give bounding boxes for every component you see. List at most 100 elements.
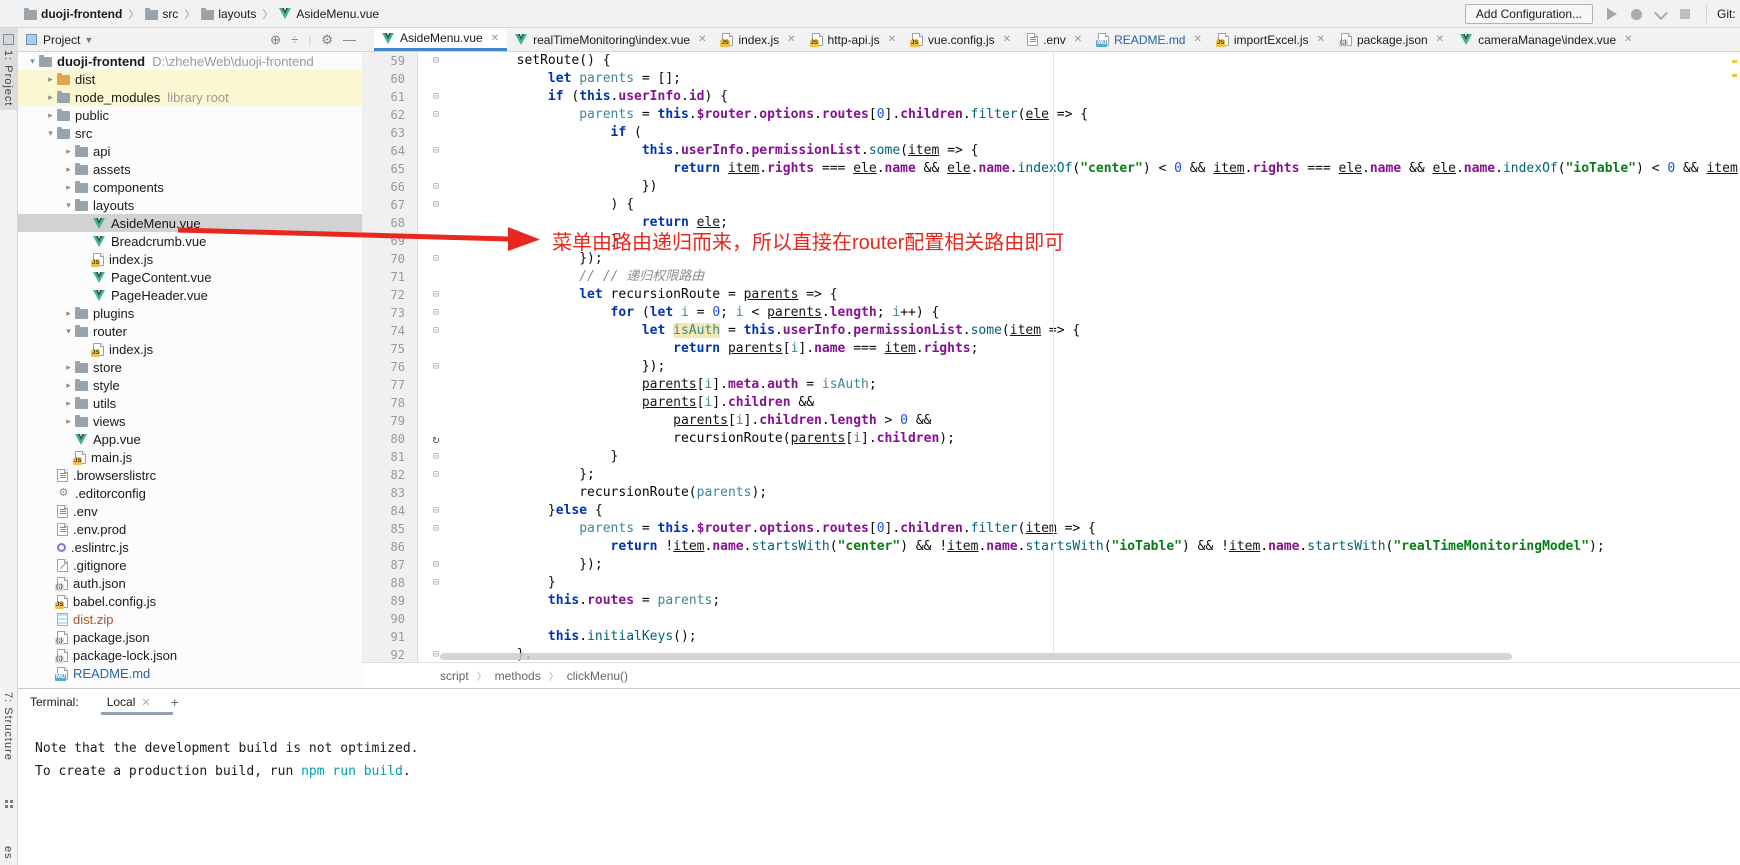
tree-item[interactable]: package.json [18, 628, 362, 646]
code-line[interactable]: 84⊟ }else { [362, 502, 1740, 520]
tree-item[interactable]: ▸node_moduleslibrary root [18, 88, 362, 106]
horizontal-scrollbar[interactable] [440, 653, 1512, 660]
git-menu[interactable]: Git: [1706, 5, 1740, 23]
tool-window-icon[interactable] [3, 34, 14, 45]
breadcrumb-item[interactable]: layouts [201, 7, 256, 21]
tree-expand-chevron-icon[interactable]: ▸ [62, 416, 75, 427]
tree-item[interactable]: ▸api [18, 142, 362, 160]
tree-expand-chevron-icon[interactable]: ▸ [44, 110, 57, 121]
fold-marker-icon[interactable]: ⊟ [418, 286, 454, 304]
fold-marker-icon[interactable]: ⊟ [418, 448, 454, 466]
stop-icon[interactable] [1680, 9, 1690, 19]
tree-item[interactable]: AsideMenu.vue [18, 214, 362, 232]
tool-button-project[interactable]: 1: Project [2, 50, 14, 106]
tree-collapse-chevron-icon[interactable]: ▾ [44, 128, 57, 139]
tree-item[interactable]: ▸style [18, 376, 362, 394]
close-icon[interactable]: ✕ [888, 34, 896, 45]
editor-tab[interactable]: cameraManage\index.vue✕ [1452, 28, 1640, 51]
code-line[interactable]: 88⊟ } [362, 574, 1740, 592]
fold-marker-icon[interactable]: ⊟ [418, 520, 454, 538]
code-line[interactable]: 70⊟ }); [362, 250, 1740, 268]
code-lines[interactable]: 59⊟ setRoute() {60 let parents = [];61⊟ … [362, 52, 1740, 662]
editor-tab[interactable]: index.js✕ [714, 28, 803, 51]
code-line[interactable]: 78 parents[i].children && [362, 394, 1740, 412]
tree-expand-chevron-icon[interactable]: ▸ [62, 182, 75, 193]
tree-item[interactable]: auth.json [18, 574, 362, 592]
code-line[interactable]: 76⊟ }); [362, 358, 1740, 376]
editor-tab[interactable]: .env✕ [1019, 28, 1090, 51]
fold-marker-icon[interactable]: ⊟ [418, 52, 454, 70]
code-line[interactable]: 85⊟ parents = this.$router.options.route… [362, 520, 1740, 538]
close-icon[interactable]: ✕ [1193, 34, 1201, 45]
terminal-output[interactable]: Note that the development build is not o… [18, 715, 1740, 783]
code-line[interactable]: 82⊟ }; [362, 466, 1740, 484]
project-view-selector[interactable]: Project [43, 33, 80, 47]
tree-item[interactable]: ▾duoji-frontendD:\zheheWeb\duoji-fronten… [18, 52, 362, 70]
code-line[interactable]: 79 parents[i].children.length > 0 && [362, 412, 1740, 430]
editor-tab[interactable]: README.md✕ [1090, 28, 1210, 51]
tree-expand-chevron-icon[interactable]: ▸ [44, 92, 57, 103]
tree-item[interactable]: babel.config.js [18, 592, 362, 610]
new-terminal-button[interactable]: + [171, 694, 179, 710]
code-line[interactable]: 80↻ recursionRoute(parents[i].children); [362, 430, 1740, 448]
tree-expand-chevron-icon[interactable]: ▸ [62, 380, 75, 391]
tree-item[interactable]: main.js [18, 448, 362, 466]
tree-item[interactable]: ▸assets [18, 160, 362, 178]
editor-tab[interactable]: realTimeMonitoring\index.vue✕ [507, 28, 714, 51]
tree-collapse-chevron-icon[interactable]: ▾ [62, 200, 75, 211]
code-line[interactable]: 63 if ( [362, 124, 1740, 142]
add-configuration-button[interactable]: Add Configuration... [1465, 4, 1593, 24]
editor-tab[interactable]: AsideMenu.vue✕ [374, 28, 507, 51]
tree-item[interactable]: PageHeader.vue [18, 286, 362, 304]
tree-item[interactable]: ▸store [18, 358, 362, 376]
code-line[interactable]: 86 return !item.name.startsWith("center"… [362, 538, 1740, 556]
code-line[interactable]: 74⊟ let isAuth = this.userInfo.permissio… [362, 322, 1740, 340]
fold-marker-icon[interactable]: ⊟ [418, 196, 454, 214]
editor-tab[interactable]: package.json✕ [1333, 28, 1452, 51]
fold-marker-icon[interactable]: ⊟ [418, 466, 454, 484]
code-line[interactable]: 81⊟ } [362, 448, 1740, 466]
close-icon[interactable]: ✕ [491, 33, 499, 44]
close-icon[interactable]: ✕ [1436, 34, 1444, 45]
tree-item[interactable]: ▸public [18, 106, 362, 124]
run-coverage-icon[interactable] [1654, 6, 1668, 20]
fold-marker-icon[interactable]: ⊟ [418, 574, 454, 592]
code-line[interactable]: 65 return item.rights === ele.name && el… [362, 160, 1740, 178]
tree-item[interactable]: .env.prod [18, 520, 362, 538]
code-line[interactable]: 75 return parents[i].name === item.right… [362, 340, 1740, 358]
tree-expand-chevron-icon[interactable]: ▸ [62, 362, 75, 373]
tree-item[interactable]: README.md [18, 664, 362, 682]
tree-expand-chevron-icon[interactable]: ▸ [62, 164, 75, 175]
code-line[interactable]: 62⊟ parents = this.$router.options.route… [362, 106, 1740, 124]
fold-marker-icon[interactable]: ⊟ [418, 358, 454, 376]
fold-marker-icon[interactable]: ⊟ [418, 304, 454, 322]
tree-item[interactable]: .env [18, 502, 362, 520]
editor-breadcrumb-item[interactable]: methods [495, 669, 541, 683]
fold-marker-icon[interactable]: ⊟ [418, 250, 454, 268]
code-line[interactable]: 59⊟ setRoute() { [362, 52, 1740, 70]
close-icon[interactable]: ✕ [1074, 34, 1082, 45]
code-line[interactable]: 68 return ele; [362, 214, 1740, 232]
code-line[interactable]: 90 [362, 610, 1740, 628]
close-icon[interactable]: ✕ [1624, 34, 1632, 45]
close-icon[interactable]: ✕ [141, 696, 150, 709]
error-stripe-mark[interactable] [1732, 74, 1737, 77]
tree-item[interactable]: index.js [18, 340, 362, 358]
tree-item[interactable]: ▸plugins [18, 304, 362, 322]
debug-icon[interactable] [1631, 9, 1642, 20]
breadcrumb-item[interactable]: AsideMenu.vue [279, 7, 379, 21]
tree-item[interactable]: ⚙.editorconfig [18, 484, 362, 502]
code-editor[interactable]: 59⊟ setRoute() {60 let parents = [];61⊟ … [362, 52, 1740, 662]
hide-panel-icon[interactable]: — [343, 32, 356, 47]
tree-item[interactable]: ▸dist [18, 70, 362, 88]
editor-tab[interactable]: http-api.js✕ [804, 28, 904, 51]
tree-item[interactable]: App.vue [18, 430, 362, 448]
tree-item[interactable]: index.js [18, 250, 362, 268]
code-line[interactable]: 67⊟ ) { [362, 196, 1740, 214]
grid-icon[interactable] [5, 800, 8, 803]
tree-item[interactable]: .gitignore [18, 556, 362, 574]
error-stripe-mark[interactable] [1732, 60, 1737, 63]
tree-item[interactable]: ▾router [18, 322, 362, 340]
tree-item[interactable]: Breadcrumb.vue [18, 232, 362, 250]
fold-marker-icon[interactable]: ⊟ [418, 88, 454, 106]
